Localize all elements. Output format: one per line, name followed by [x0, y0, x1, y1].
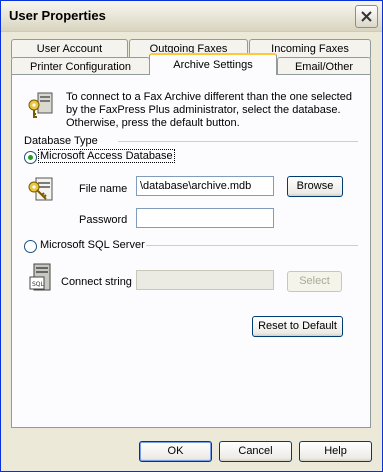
reset-button-label: Reset to Default [258, 320, 337, 332]
title-bar: User Properties [1, 1, 382, 32]
group-divider [118, 141, 358, 142]
connect-string-input[interactable] [136, 270, 274, 290]
radio-selected-dot [28, 155, 33, 160]
browse-button[interactable]: Browse [287, 176, 343, 197]
tab-user-account[interactable]: User Account [11, 39, 128, 58]
cancel-button-label: Cancel [238, 445, 273, 457]
group-divider [146, 245, 358, 246]
access-database-radio[interactable] [24, 151, 37, 164]
svg-text:SQL: SQL [32, 281, 45, 288]
file-name-value: \database\archive.mdb [140, 180, 252, 192]
access-database-icon [28, 177, 53, 201]
dialog-body: User Account Outgoing Faxes Incoming Fax… [1, 32, 382, 471]
user-properties-dialog: User Properties User Account Outgoing Fa… [0, 0, 383, 472]
archive-key-icon [28, 92, 53, 118]
password-input[interactable] [136, 208, 274, 228]
select-button-label: Select [299, 275, 330, 287]
connect-string-label: Connect string [61, 276, 132, 288]
ok-button[interactable]: OK [139, 441, 212, 462]
close-button[interactable] [355, 5, 378, 28]
intro-text: To connect to a Fax Archive different th… [66, 91, 352, 129]
cancel-button[interactable]: Cancel [219, 441, 292, 462]
help-button[interactable]: Help [299, 441, 372, 462]
browse-button-label: Browse [296, 180, 334, 192]
tab-archive-settings[interactable]: Archive Settings [149, 53, 277, 75]
tab-label: Incoming Faxes [271, 43, 349, 55]
sql-server-label[interactable]: Microsoft SQL Server [40, 239, 145, 251]
file-name-label: File name [79, 183, 128, 195]
sql-server-icon: SQL [29, 263, 51, 291]
ok-button-label: OK [167, 445, 184, 457]
reset-to-default-button[interactable]: Reset to Default [252, 316, 343, 337]
select-button[interactable]: Select [287, 271, 342, 292]
tab-label: Email/Other [294, 61, 354, 73]
close-icon [361, 11, 372, 22]
tab-label: User Account [36, 43, 103, 55]
file-name-input[interactable]: \database\archive.mdb [136, 176, 274, 196]
help-button-label: Help [324, 445, 347, 457]
access-database-label[interactable]: Microsoft Access Database [38, 149, 175, 163]
archive-settings-panel: To connect to a Fax Archive different th… [11, 74, 371, 428]
window-title: User Properties [9, 8, 106, 23]
database-type-label: Database Type [24, 135, 98, 147]
password-label: Password [79, 214, 128, 226]
sql-server-radio[interactable] [24, 240, 37, 253]
tab-label: Archive Settings [173, 59, 253, 71]
tab-label: Printer Configuration [30, 61, 131, 73]
